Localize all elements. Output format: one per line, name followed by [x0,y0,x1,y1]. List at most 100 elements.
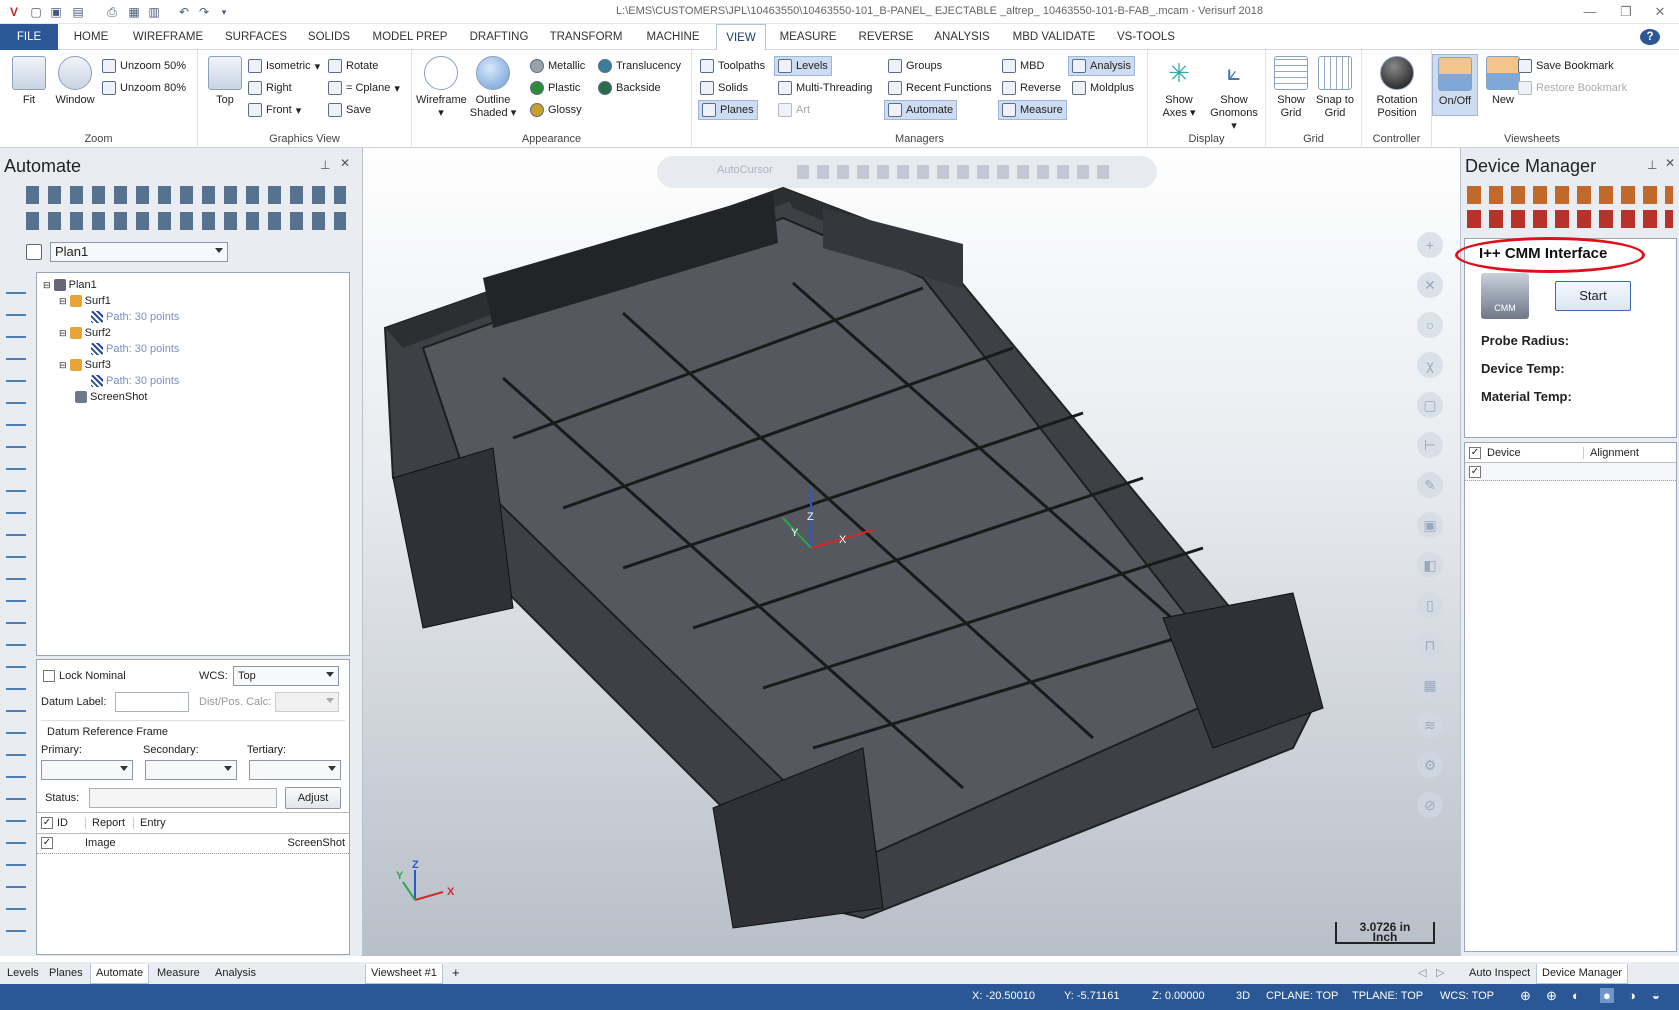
tree-surf1[interactable]: ⊟ Surf1 [59,293,111,309]
planes-button[interactable]: Planes [698,100,758,120]
cube-view-icon[interactable]: ▣ [1417,512,1443,538]
start-button[interactable]: Start [1555,281,1631,311]
tertiary-select[interactable] [249,760,341,780]
tab-viewsheet-1[interactable]: Viewsheet #1 [365,964,443,984]
wcs-select[interactable]: Top [233,666,339,686]
fit-button[interactable]: Fit [6,54,52,107]
close-panel-icon[interactable]: ✕ [340,156,350,170]
outline-shaded-button[interactable]: Outline Shaded ▾ [468,54,518,120]
front-view-button[interactable]: Front ▾ [248,100,301,120]
measure-button[interactable]: Measure [998,100,1067,120]
primary-select[interactable] [41,760,133,780]
row-checkbox[interactable]: ✓ [41,837,53,849]
top-view-button[interactable]: Top [202,54,248,107]
grid-view-icon[interactable]: ▦ [1417,672,1443,698]
close-window-button[interactable]: ✕ [1640,2,1679,22]
dimension-icon[interactable]: ⊢ [1417,432,1443,458]
tree-path3[interactable]: Path: 30 points [91,373,179,389]
tab-analysis-panel[interactable]: Analysis [210,964,261,984]
tab-vs-tools[interactable]: VS-TOOLS [1116,24,1176,50]
entity-toolbar[interactable] [6,278,26,938]
isometric-button[interactable]: Isometric ▾ [248,56,320,76]
device-select-all-checkbox[interactable]: ✓ [1469,447,1481,459]
globe-icon[interactable]: ⊕ [1520,988,1531,1004]
tab-measure[interactable]: MEASURE [776,24,840,50]
automate-button[interactable]: Automate [884,100,958,120]
automate-toolbar-row2[interactable] [26,212,346,230]
tab-solids[interactable]: SOLIDS [302,24,356,50]
solids-button[interactable]: Solids [700,78,748,98]
pin-icon[interactable]: ⊥ [320,158,330,172]
analysis-button[interactable]: Analysis [1068,56,1135,76]
pan-icon[interactable]: ✕ [1417,272,1443,298]
tab-view[interactable]: VIEW [716,24,766,51]
tab-file[interactable]: FILE [0,24,58,50]
settings-icon[interactable]: ⚙ [1417,752,1443,778]
save-view-button[interactable]: Save [328,100,371,120]
print-icon[interactable]: ⎙ [104,4,120,20]
snap-to-grid-button[interactable]: Snap to Grid [1312,54,1358,120]
tab-analysis[interactable]: ANALYSIS [932,24,992,50]
cplane-button[interactable]: = Cplane ▾ [328,78,400,98]
shaded-active-icon[interactable]: ● [1600,988,1614,1003]
save-icon[interactable]: ▣ [48,4,64,20]
tab-device-manager[interactable]: Device Manager [1536,964,1629,984]
tab-auto-inspect[interactable]: Auto Inspect [1464,964,1535,984]
select-all-checkbox[interactable]: ✓ [41,817,53,829]
show-axes-button[interactable]: ✳ Show Axes ▾ [1154,54,1204,120]
status-tplane[interactable]: TPLANE: TOP [1352,990,1423,1002]
tree-surf3[interactable]: ⊟ Surf3 [59,357,111,373]
moldplus-button[interactable]: Moldplus [1072,78,1134,98]
viewsheet-onoff-button[interactable]: On/Off [1432,54,1478,116]
tab-model-prep[interactable]: MODEL PREP [370,24,450,50]
add-viewsheet-button[interactable]: + [447,964,465,984]
tree-screenshot[interactable]: ScreenShot [75,389,147,405]
scroll-left-icon[interactable]: ◁ [1413,964,1431,984]
rotation-position-button[interactable]: Rotation Position [1368,54,1426,120]
shade-mode-icon[interactable]: ◐ [1572,988,1580,1003]
automate-toolbar-row1[interactable] [26,186,346,204]
restore-bookmark-button[interactable]: Restore Bookmark [1518,78,1627,98]
globe-alt-icon[interactable]: ⊕ [1546,988,1557,1004]
secondary-select[interactable] [145,760,237,780]
device-row-checkbox[interactable]: ✓ [1469,466,1481,478]
wireframe-mode-icon[interactable]: ◑ [1628,988,1636,1003]
layers-icon[interactable]: ◧ [1417,552,1443,578]
metallic-button[interactable]: Metallic [530,56,585,76]
datum-label-input[interactable] [115,692,189,712]
tree-surf2[interactable]: ⊟ Surf2 [59,325,111,341]
dist-pos-select[interactable] [275,692,339,712]
new-file-icon[interactable]: ▢ [28,4,44,20]
wireframe-button[interactable]: Wireframe ▾ [416,54,467,120]
toolpaths-button[interactable]: Toolpaths [700,56,765,76]
levels-button[interactable]: Levels [774,56,832,76]
tab-machine[interactable]: MACHINE [640,24,706,50]
circle-icon[interactable]: ○ [1417,312,1443,338]
lock-nominal-checkbox[interactable] [43,670,55,682]
qat-dropdown-icon[interactable]: ▾ [216,4,232,20]
show-gnomons-button[interactable]: ⟀ Show Gnomons ▾ [1206,54,1262,133]
table-row[interactable]: ✓ [1465,463,1676,481]
tree-path2[interactable]: Path: 30 points [91,341,179,357]
unzoom-80-button[interactable]: Unzoom 80% [102,78,186,98]
unzoom-50-button[interactable]: Unzoom 50% [102,56,186,76]
tab-planes[interactable]: Planes [44,964,88,984]
help-icon[interactable]: ? [1640,29,1660,45]
table-row[interactable]: ✓ Image ScreenShot [37,834,349,854]
save-bookmark-button[interactable]: Save Bookmark [1518,56,1614,76]
right-view-button[interactable]: Right [248,78,292,98]
open-icon[interactable]: ▤ [70,4,86,20]
cancel-icon[interactable]: ⊘ [1417,792,1443,818]
recent-functions-button[interactable]: Recent Functions [888,78,992,98]
adjust-button[interactable]: Adjust [285,787,341,809]
tab-drafting[interactable]: DRAFTING [466,24,532,50]
show-grid-button[interactable]: Show Grid [1268,54,1314,120]
redo-icon[interactable]: ↷ [196,4,212,20]
stack-icon[interactable]: ≋ [1417,712,1443,738]
frame-icon[interactable]: ▯ [1417,592,1443,618]
tab-automate[interactable]: Automate [90,964,150,984]
scroll-right-icon[interactable]: ▷ [1431,964,1449,984]
glossy-button[interactable]: Glossy [530,100,582,120]
undo-icon[interactable]: ↶ [176,4,192,20]
status-cplane[interactable]: CPLANE: TOP [1266,990,1338,1002]
